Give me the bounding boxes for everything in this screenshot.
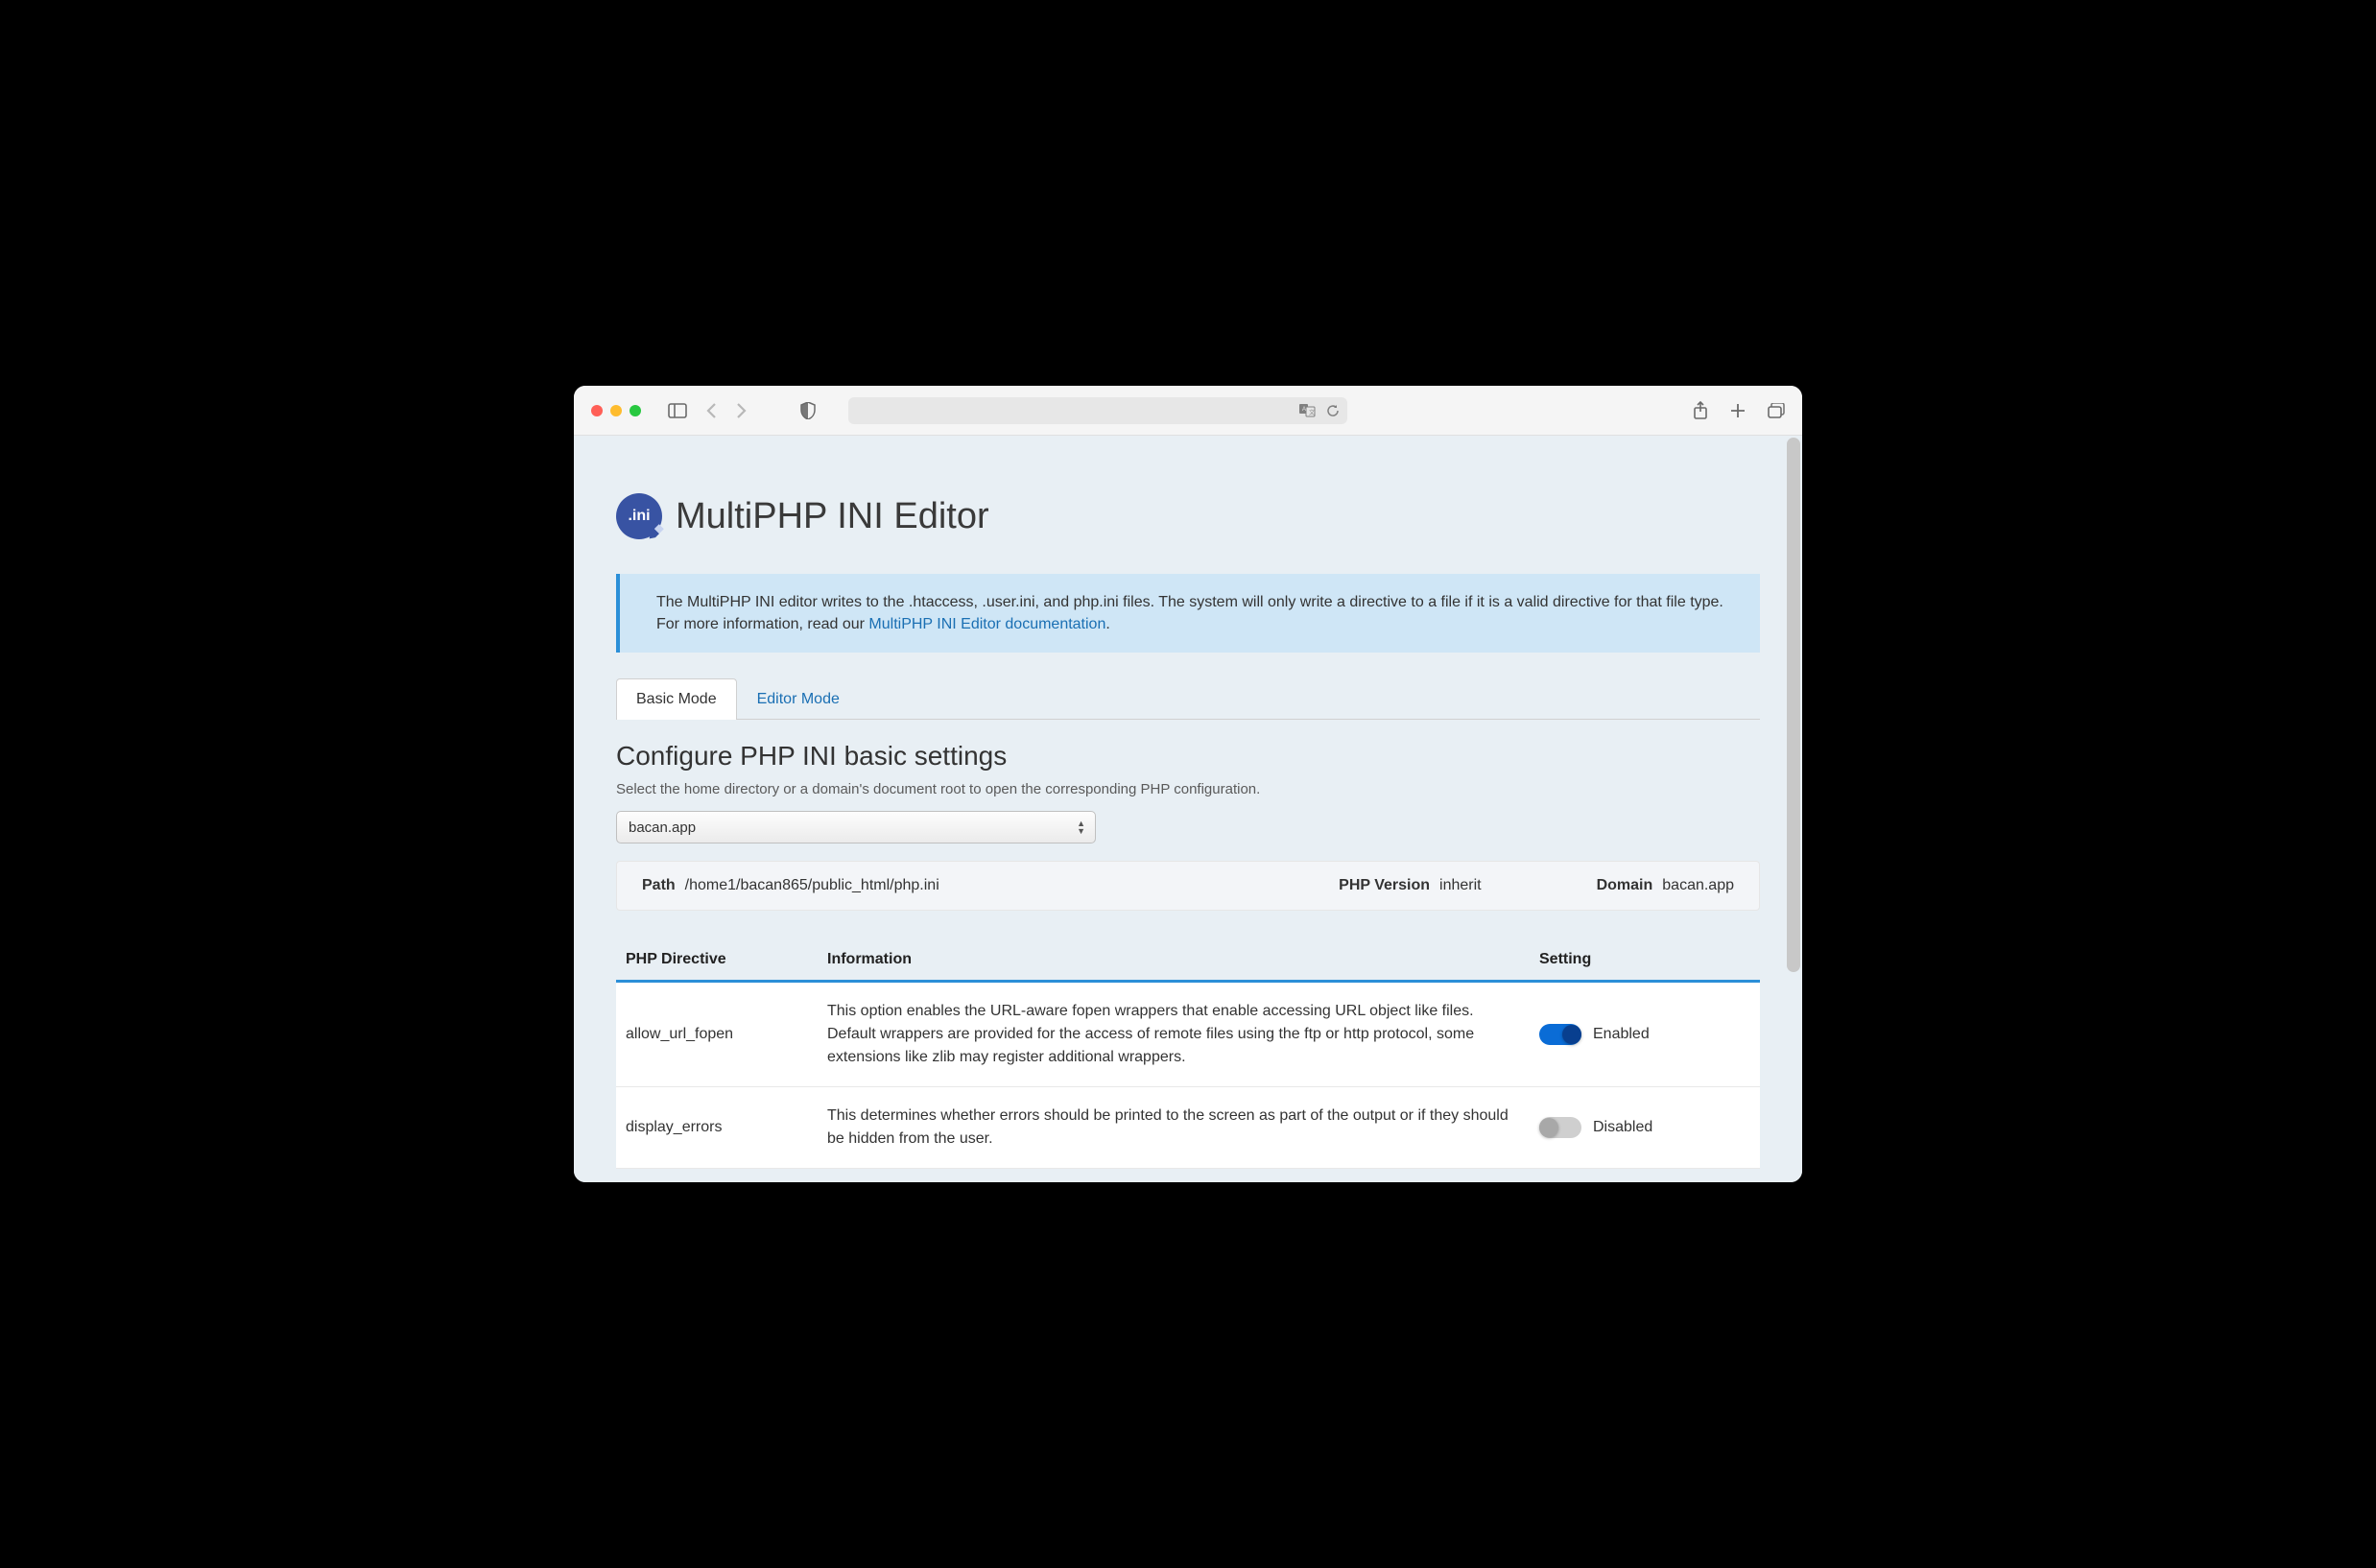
documentation-link[interactable]: MultiPHP INI Editor documentation: [868, 616, 1105, 632]
tabs-overview-icon[interactable]: [1768, 401, 1785, 420]
directive-name: display_errors: [616, 1087, 818, 1169]
config-meta-row: Path /home1/bacan865/public_html/php.ini…: [616, 861, 1760, 911]
directive-info: This option enables the URL-aware fopen …: [818, 982, 1530, 1087]
domain-select-value: bacan.app: [629, 820, 696, 836]
meta-version-label: PHP Version: [1339, 877, 1430, 894]
directive-name: allow_url_fopen: [616, 982, 818, 1087]
browser-window: A文 .ini: [574, 386, 1802, 1182]
select-arrows-icon: ▲▼: [1077, 820, 1085, 835]
toggle-state-label: Enabled: [1593, 1026, 1650, 1043]
banner-text-after: .: [1105, 616, 1109, 632]
privacy-shield-icon[interactable]: [800, 402, 816, 419]
directive-setting-cell: Disabled: [1530, 1087, 1760, 1169]
nav-arrows: [706, 402, 747, 419]
col-header-directive: PHP Directive: [616, 939, 818, 982]
svg-text:文: 文: [1309, 409, 1315, 416]
table-row: allow_url_fopenThis option enables the U…: [616, 982, 1760, 1087]
maximize-window-button[interactable]: [630, 405, 641, 416]
meta-domain-label: Domain: [1597, 877, 1653, 894]
setting-toggle[interactable]: [1539, 1024, 1581, 1045]
toggle-knob: [1539, 1118, 1558, 1137]
directive-info: This determines whether errors should be…: [818, 1087, 1530, 1169]
ini-app-icon: .ini: [616, 493, 662, 539]
browser-titlebar: A文: [574, 386, 1802, 436]
sidebar-toggle-icon[interactable]: [668, 403, 687, 418]
domain-select[interactable]: bacan.app ▲▼: [616, 811, 1096, 843]
page-header: .ini MultiPHP INI Editor: [616, 493, 1760, 539]
address-bar[interactable]: A文: [848, 397, 1347, 424]
toggle-state-label: Disabled: [1593, 1119, 1652, 1136]
page-title: MultiPHP INI Editor: [676, 496, 989, 537]
scroll-area[interactable]: .ini MultiPHP INI Editor The MultiPHP IN…: [574, 436, 1802, 1182]
ini-icon-text: .ini: [628, 508, 650, 525]
page-content: .ini MultiPHP INI Editor The MultiPHP IN…: [574, 436, 1802, 1182]
minimize-window-button[interactable]: [610, 405, 622, 416]
setting-toggle[interactable]: [1539, 1117, 1581, 1138]
mode-tabs: Basic Mode Editor Mode: [616, 677, 1760, 720]
new-tab-icon[interactable]: [1729, 401, 1746, 420]
toolbar-right: [1693, 401, 1785, 420]
reload-icon[interactable]: [1326, 404, 1340, 417]
directives-table: PHP Directive Information Setting allow_…: [616, 939, 1760, 1169]
meta-version-value: inherit: [1439, 877, 1482, 894]
tab-editor-mode[interactable]: Editor Mode: [737, 678, 860, 720]
meta-domain-value: bacan.app: [1662, 877, 1734, 894]
back-button[interactable]: [706, 402, 718, 419]
share-icon[interactable]: [1693, 401, 1708, 420]
meta-domain: Domain bacan.app: [1597, 877, 1734, 894]
banner-text-before: The MultiPHP INI editor writes to the .h…: [656, 594, 1723, 632]
table-row: display_errorsThis determines whether er…: [616, 1087, 1760, 1169]
section-title: Configure PHP INI basic settings: [616, 741, 1760, 772]
translate-icon[interactable]: A文: [1299, 404, 1317, 417]
info-banner: The MultiPHP INI editor writes to the .h…: [616, 574, 1760, 653]
col-header-information: Information: [818, 939, 1530, 982]
meta-path-value: /home1/bacan865/public_html/php.ini: [685, 877, 939, 894]
meta-version: PHP Version inherit: [1339, 877, 1481, 894]
tab-basic-mode[interactable]: Basic Mode: [616, 678, 737, 720]
meta-path-label: Path: [642, 877, 676, 894]
meta-path: Path /home1/bacan865/public_html/php.ini: [642, 877, 939, 894]
scrollbar-thumb[interactable]: [1787, 438, 1800, 972]
directive-setting-cell: Enabled: [1530, 982, 1760, 1087]
svg-text:A: A: [1302, 407, 1306, 413]
window-controls: [591, 405, 641, 416]
col-header-setting: Setting: [1530, 939, 1760, 982]
section-description: Select the home directory or a domain's …: [616, 781, 1760, 797]
toggle-knob: [1562, 1025, 1581, 1044]
forward-button[interactable]: [735, 402, 747, 419]
vertical-scrollbar[interactable]: [1787, 438, 1800, 1180]
close-window-button[interactable]: [591, 405, 603, 416]
